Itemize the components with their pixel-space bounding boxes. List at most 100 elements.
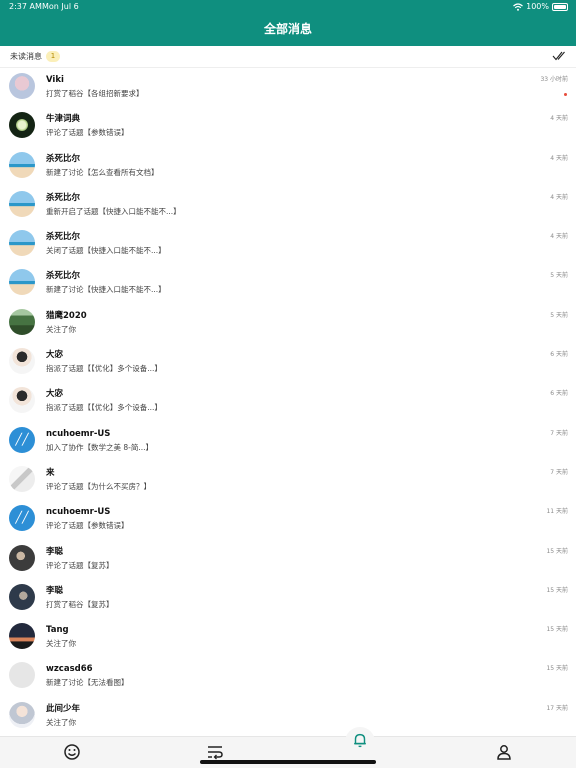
notification-row[interactable]: 大宓指派了话题【【优化】多个设备...】 6 天前 xyxy=(0,343,576,382)
notification-text: 加入了协作【数学之美 8-简...】 xyxy=(46,442,154,452)
avatar[interactable] xyxy=(9,544,35,571)
notification-time: 4 天前 xyxy=(550,233,568,241)
avatar[interactable] xyxy=(9,701,35,728)
notification-row[interactable]: wzcasd66 新建了讨论【无法看图】 15 天前 xyxy=(0,657,576,696)
avatar[interactable] xyxy=(9,348,35,375)
notification-time: 17 天前 xyxy=(546,704,568,712)
avatar[interactable] xyxy=(9,269,35,296)
notification-row[interactable]: 牛津词典评论了话题【参数错误】 4 天前 xyxy=(0,107,576,146)
bell-icon xyxy=(354,733,366,748)
notification-time: 5 天前 xyxy=(550,272,568,280)
notification-row[interactable]: 猎鹰2020 关注了你 5 天前 xyxy=(0,304,576,343)
notification-text: 新建了讨论【快捷入口能不能不...】 xyxy=(46,285,166,295)
notification-row[interactable]: 大宓指派了话题【【优化】多个设备...】 6 天前 xyxy=(0,382,576,421)
notification-time: 4 天前 xyxy=(550,115,568,123)
notification-row[interactable]: Tang 关注了你 15 天前 xyxy=(0,618,576,657)
notification-text: 打赏了稻谷【各组招新要求】 xyxy=(46,89,144,98)
sender-name: 牛津词典 xyxy=(46,114,81,125)
unread-dot xyxy=(564,93,567,96)
tab-profile[interactable] xyxy=(494,742,514,762)
avatar[interactable] xyxy=(9,73,35,99)
wifi-icon xyxy=(513,3,524,11)
avatar[interactable] xyxy=(9,190,35,217)
notification-text: 关闭了话题【快捷入口能不能不...】 xyxy=(46,246,166,256)
notification-time: 7 天前 xyxy=(550,468,568,476)
avatar[interactable] xyxy=(9,387,35,414)
notification-time: 6 天前 xyxy=(550,390,568,398)
home-indicator xyxy=(200,760,376,764)
notification-text: 关注了你 xyxy=(46,639,76,649)
notification-row[interactable]: 杀死比尔 新建了讨论【怎么查看所有文档】 4 天前 xyxy=(0,147,576,186)
mark-all-read-icon[interactable] xyxy=(552,50,566,62)
sender-name: ncuhoemr-US xyxy=(46,507,111,518)
avatar[interactable] xyxy=(9,662,35,689)
status-bar: 2:37 AM Mon Jul 6 100% xyxy=(0,0,576,14)
sender-name: 大宓 xyxy=(46,350,64,361)
notification-text: 新建了讨论【无法看图】 xyxy=(46,678,129,688)
avatar[interactable] xyxy=(9,112,35,139)
status-time: 2:37 AM xyxy=(9,2,42,11)
unread-filter-label[interactable]: 未读消息 xyxy=(10,46,42,67)
avatar[interactable]: ╱╱ xyxy=(9,505,35,532)
tab-feed[interactable] xyxy=(205,742,225,762)
status-right: 100% xyxy=(513,0,568,14)
sender-name: 杀死比尔 xyxy=(46,153,81,164)
notification-text: 评论了话题【参数错误】 xyxy=(46,128,129,138)
notification-time: 4 天前 xyxy=(550,193,568,201)
notification-time: 5 天前 xyxy=(550,311,568,319)
ncu-logo-icon: ╱╱ xyxy=(15,432,29,446)
sender-name: 李聪 xyxy=(46,546,64,557)
sender-name: Tang xyxy=(46,625,69,636)
ncu-logo-icon: ╱╱ xyxy=(15,511,29,525)
sender-name: 杀死比尔 xyxy=(46,271,81,282)
notification-text: 重新开启了话题【快捷入口能不能不...】 xyxy=(46,206,181,216)
avatar[interactable] xyxy=(9,308,35,335)
sender-name: 猎鹰2020 xyxy=(46,310,87,321)
sender-name: Viki xyxy=(46,75,64,85)
notification-row[interactable]: 李聪评论了话题【复苏】 15 天前 xyxy=(0,540,576,579)
page-title: 全部消息 xyxy=(263,22,312,36)
sender-name: wzcasd66 xyxy=(46,664,93,675)
sender-name: 李聪 xyxy=(46,585,64,596)
battery-icon xyxy=(552,3,568,11)
sender-name: 大宓 xyxy=(46,389,64,400)
sender-name: 来 xyxy=(46,467,55,478)
avatar[interactable] xyxy=(9,151,35,178)
notification-text: 评论了话题【为什么不买房？】 xyxy=(46,481,151,491)
notification-row[interactable]: 来评论了话题【为什么不买房？】 7 天前 xyxy=(0,461,576,500)
avatar[interactable] xyxy=(9,623,35,650)
notification-text: 打赏了稻谷【复苏】 xyxy=(46,599,114,609)
notification-time: 15 天前 xyxy=(546,665,568,673)
notification-text: 评论了话题【参数错误】 xyxy=(46,521,129,531)
tab-home[interactable] xyxy=(62,742,82,762)
sender-name: 杀死比尔 xyxy=(46,232,81,243)
notification-time: 15 天前 xyxy=(546,547,568,555)
unread-count-badge: 1 xyxy=(46,51,60,62)
notification-row[interactable]: 杀死比尔新建了讨论【快捷入口能不能不...】 5 天前 xyxy=(0,264,576,303)
notification-text: 评论了话题【复苏】 xyxy=(46,560,114,570)
sender-name: 此间少年 xyxy=(46,703,81,714)
notification-row[interactable]: 杀死比尔关闭了话题【快捷入口能不能不...】 4 天前 xyxy=(0,225,576,264)
notification-text: 关注了你 xyxy=(46,324,76,334)
avatar[interactable] xyxy=(9,230,35,257)
notification-row[interactable]: ╱╱ ncuhoemr-US 加入了协作【数学之美 8-简...】 7 天前 xyxy=(0,422,576,461)
notification-row[interactable]: 此间少年关注了你 17 天前 xyxy=(0,697,576,736)
sender-name: 杀死比尔 xyxy=(46,192,81,203)
notification-row[interactable]: 李聪 打赏了稻谷【复苏】 15 天前 xyxy=(0,579,576,618)
notification-text: 指派了话题【【优化】多个设备...】 xyxy=(46,364,162,374)
notification-row[interactable]: ╱╱ ncuhoemr-US 评论了话题【参数错误】 11 天前 xyxy=(0,500,576,539)
wrap-icon xyxy=(208,746,223,760)
notification-row[interactable]: Viki 打赏了稻谷【各组招新要求】 33 小时前 xyxy=(0,68,576,107)
avatar[interactable]: ╱╱ xyxy=(9,426,35,453)
avatar[interactable] xyxy=(9,465,35,492)
notification-text: 关注了你 xyxy=(46,717,76,727)
avatar[interactable] xyxy=(9,583,35,610)
notification-time: 33 小时前 xyxy=(540,76,568,83)
notification-text: 新建了讨论【怎么查看所有文档】 xyxy=(46,167,159,177)
notification-row[interactable]: 杀死比尔重新开启了话题【快捷入口能不能不...】 4 天前 xyxy=(0,186,576,225)
notification-text: 指派了话题【【优化】多个设备...】 xyxy=(46,403,162,413)
tab-notifications[interactable] xyxy=(345,727,375,757)
battery-percent: 100% xyxy=(526,2,549,11)
notification-time: 6 天前 xyxy=(550,351,568,359)
status-date: Mon Jul 6 xyxy=(42,2,79,11)
